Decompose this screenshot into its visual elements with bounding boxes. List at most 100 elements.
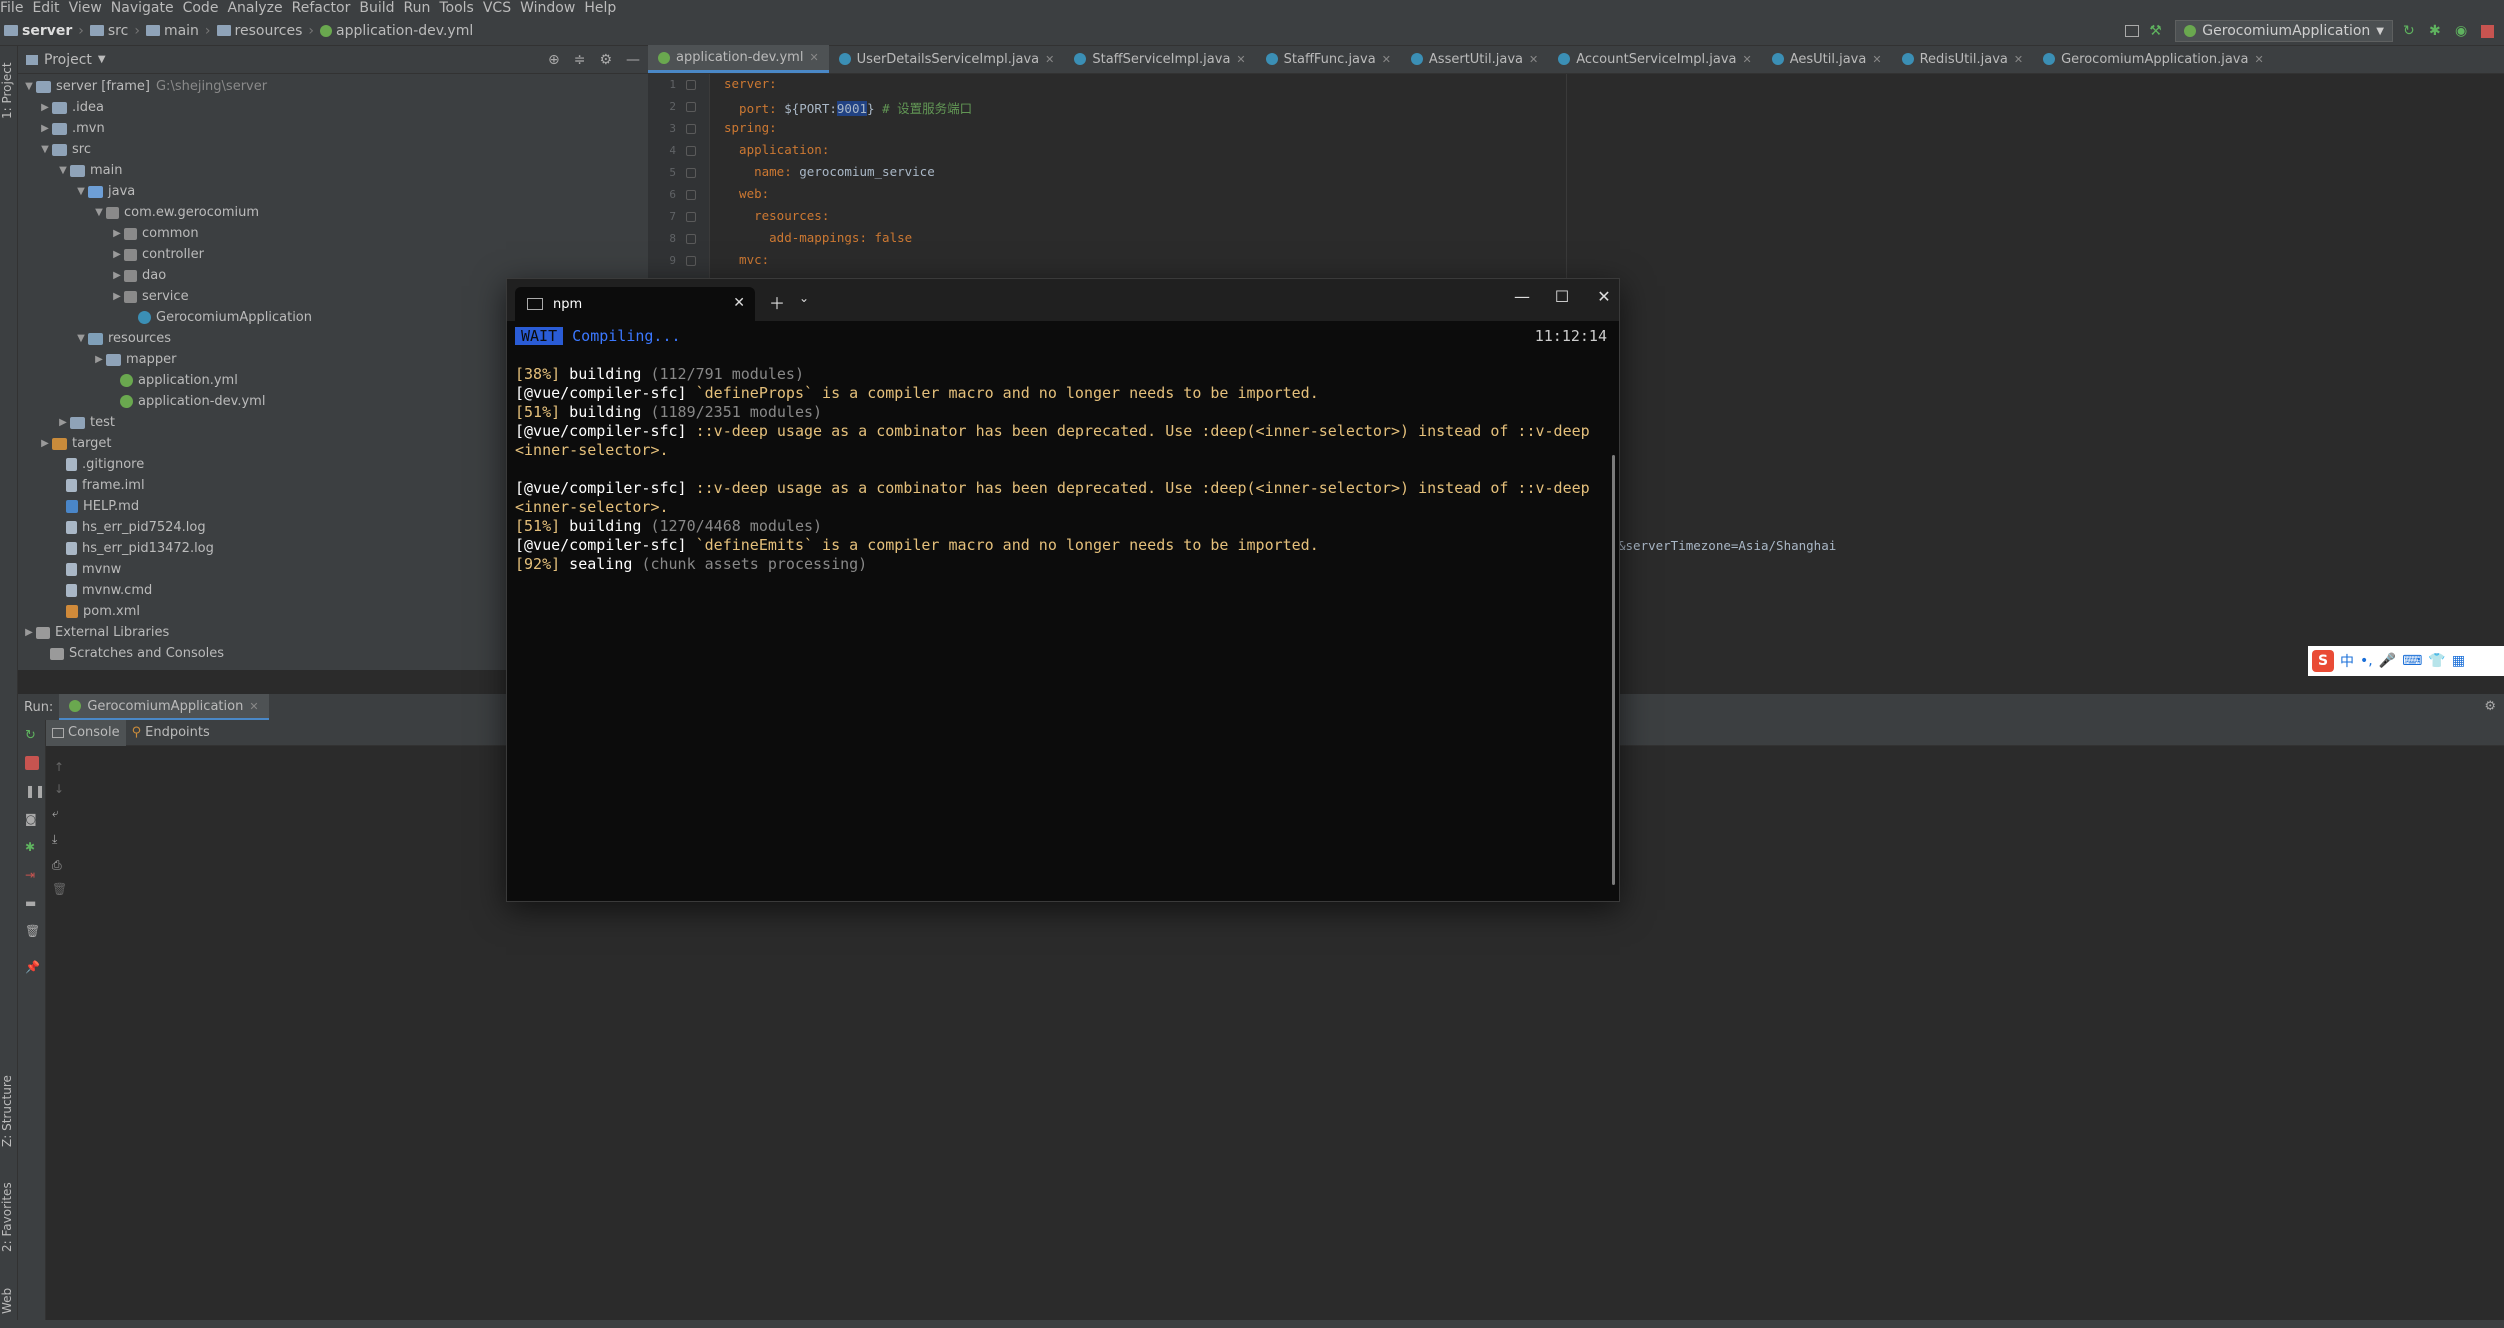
debug-icon[interactable]: ✱ [25, 840, 39, 854]
breadcrumb-src[interactable]: src [108, 23, 128, 39]
close-icon[interactable]: ✕ [249, 700, 258, 713]
tree-node-scratches[interactable]: Scratches and Consoles [36, 643, 224, 664]
close-icon[interactable]: ✕ [2014, 53, 2023, 66]
tree-node-application-dev-yml[interactable]: application-dev.yml [106, 391, 265, 412]
toolbox-icon[interactable]: ▦ [2452, 653, 2465, 669]
gear-icon[interactable]: ⚙ [2484, 699, 2496, 714]
project-view-select[interactable]: Project [44, 52, 92, 68]
tab-gerocomium-application[interactable]: GerocomiumApplication.java ✕ [2033, 45, 2274, 73]
fold-icon[interactable] [686, 256, 696, 266]
menu-code[interactable]: Code [183, 0, 228, 16]
project-tool-window-tab[interactable]: 1: Project [0, 56, 18, 126]
fold-icon[interactable] [686, 124, 696, 134]
maximize-icon[interactable]: ☐ [1547, 287, 1577, 306]
tab-account-service-impl[interactable]: AccountServiceImpl.java ✕ [1548, 45, 1761, 73]
tab-staff-func[interactable]: StaffFunc.java ✕ [1256, 45, 1401, 73]
print-icon[interactable]: ⎙ [52, 858, 62, 873]
tree-node-idea[interactable]: ▶ .idea [38, 97, 104, 118]
hide-icon[interactable]: — [626, 52, 640, 68]
tree-node-mapper[interactable]: ▶ mapper [92, 349, 176, 370]
tab-redis-util[interactable]: RedisUtil.java ✕ [1892, 45, 2034, 73]
breadcrumb-main[interactable]: main [164, 23, 199, 39]
fold-icon[interactable] [686, 168, 696, 178]
close-icon[interactable]: ✕ [809, 51, 818, 64]
coverage-icon[interactable]: ◉ [2455, 23, 2471, 39]
tree-node-log-2[interactable]: hs_err_pid13472.log [52, 538, 214, 559]
scroll-down-icon[interactable]: ↓ [54, 782, 64, 796]
stop-icon[interactable] [25, 756, 39, 770]
tab-console[interactable]: Console [46, 719, 126, 746]
close-icon[interactable]: ✕ [1236, 53, 1245, 66]
tab-staff-service-impl[interactable]: StaffServiceImpl.java ✕ [1064, 45, 1255, 73]
menu-file[interactable]: File [0, 0, 32, 16]
tree-node-common[interactable]: ▶ common [110, 223, 198, 244]
close-icon[interactable]: ✕ [1872, 53, 1881, 66]
chevron-down-icon[interactable]: ⌄ [799, 291, 809, 305]
menu-view[interactable]: View [69, 0, 111, 16]
gear-icon[interactable]: ⚙ [599, 52, 612, 68]
pin-icon[interactable]: 📌 [25, 960, 40, 974]
tab-user-details-service-impl[interactable]: UserDetailsServiceImpl.java ✕ [829, 45, 1065, 73]
tree-node-pom-xml[interactable]: pom.xml [52, 601, 140, 622]
new-tab-icon[interactable]: ＋ [769, 290, 785, 314]
debug-icon[interactable]: ✱ [2429, 23, 2445, 39]
tree-node-src[interactable]: ▼ src [38, 139, 91, 160]
run-tab-gerocomium-application[interactable]: GerocomiumApplication ✕ [59, 694, 269, 720]
clear-icon[interactable]: 🗑 [52, 882, 67, 896]
layout-icon[interactable]: ▬ [25, 896, 39, 910]
tree-node-java[interactable]: ▼ java [74, 181, 135, 202]
ime-language-toggle[interactable]: 中 [2340, 651, 2354, 671]
close-window-icon[interactable]: ✕ [1589, 287, 1619, 306]
breadcrumb-resources[interactable]: resources [235, 23, 303, 39]
tab-aes-util[interactable]: AesUtil.java ✕ [1762, 45, 1892, 73]
chevron-down-icon[interactable]: ▼ [98, 54, 106, 65]
menu-navigate[interactable]: Navigate [111, 0, 183, 16]
fold-icon[interactable] [686, 212, 696, 222]
tree-node-main[interactable]: ▼ main [56, 160, 122, 181]
terminal-scrollbar[interactable] [1612, 455, 1615, 885]
menu-build[interactable]: Build [359, 0, 403, 16]
tree-node-gitignore[interactable]: .gitignore [52, 454, 144, 475]
ime-toolbar[interactable]: S 中 •, 🎤 ⌨ 👕 ▦ [2308, 646, 2504, 676]
rerun-icon[interactable]: ↻ [25, 728, 39, 743]
scroll-up-icon[interactable]: ↑ [54, 760, 64, 774]
microphone-icon[interactable]: 🎤 [2379, 653, 2396, 669]
close-icon[interactable]: ✕ [1045, 53, 1054, 66]
stop-icon[interactable] [2481, 24, 2494, 38]
terminal-tab-npm[interactable]: npm ✕ [515, 287, 755, 321]
scroll-to-end-icon[interactable]: ⤓ [52, 832, 57, 847]
fold-icon[interactable] [686, 102, 696, 112]
tree-node-log-1[interactable]: hs_err_pid7524.log [52, 517, 206, 538]
pause-icon[interactable]: ❚❚ [25, 784, 45, 798]
fold-icon[interactable] [686, 80, 696, 90]
tree-node-package[interactable]: ▼ com.ew.gerocomium [92, 202, 259, 223]
soft-wrap-icon[interactable]: ⤶ [52, 806, 59, 821]
menu-vcs[interactable]: VCS [483, 0, 520, 16]
tree-node-dao[interactable]: ▶ dao [110, 265, 166, 286]
menu-analyze[interactable]: Analyze [227, 0, 291, 16]
tab-application-dev-yml[interactable]: application-dev.yml ✕ [648, 45, 829, 73]
tree-node-service[interactable]: ▶ service [110, 286, 188, 307]
build-hammer-icon[interactable]: ⚒ [2149, 23, 2165, 39]
fold-icon[interactable] [686, 146, 696, 156]
tree-node-mvnw[interactable]: mvnw [52, 559, 121, 580]
close-icon[interactable]: ✕ [1742, 53, 1751, 66]
keyboard-icon[interactable]: ⌨ [2402, 653, 2422, 669]
terminal-window[interactable]: npm ✕ ＋ ⌄ — ☐ ✕ WAIT Compiling... [38%] … [506, 278, 1620, 902]
structure-tool-window-tab[interactable]: Z: Structure [0, 1066, 18, 1156]
collapse-all-icon[interactable]: ≑ [574, 52, 586, 68]
tree-node-target[interactable]: ▶ target [38, 433, 111, 454]
trash-icon[interactable]: 🗑 [25, 924, 40, 938]
skin-icon[interactable]: 👕 [2428, 653, 2445, 669]
breadcrumb-file[interactable]: application-dev.yml [336, 23, 473, 39]
tree-node-controller[interactable]: ▶ controller [110, 244, 204, 265]
tree-node-frame-iml[interactable]: frame.iml [52, 475, 145, 496]
run-configuration-select[interactable]: GerocomiumApplication ▼ [2175, 20, 2393, 42]
tree-node-server[interactable]: ▼ server [frame] G:\shejing\server [22, 76, 267, 97]
minimize-icon[interactable]: — [1507, 287, 1537, 306]
tab-endpoints[interactable]: ⚲ Endpoints [126, 720, 216, 746]
rerun-icon[interactable]: ↻ [2403, 23, 2419, 39]
close-icon[interactable]: ✕ [2254, 53, 2263, 66]
web-tool-window-tab[interactable]: Web [0, 1276, 18, 1326]
tab-assert-util[interactable]: AssertUtil.java ✕ [1401, 45, 1548, 73]
